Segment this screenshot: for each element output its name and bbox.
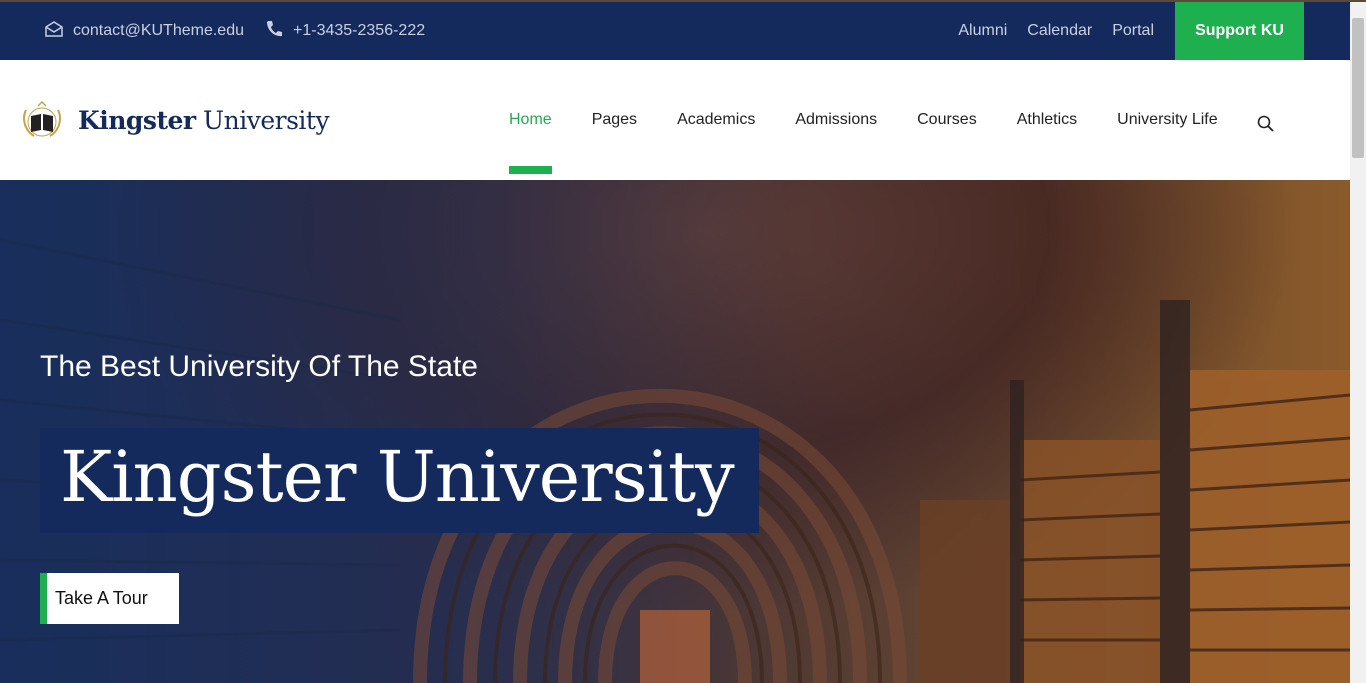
hero-title-box: Kingster University [40,428,759,533]
hero-subtitle: The Best University Of The State [40,350,478,383]
hero-title: Kingster University [60,436,735,518]
phone-icon [264,19,293,44]
top-link-calendar[interactable]: Calendar [1027,22,1092,40]
envelope-icon [44,20,73,43]
nav-admissions[interactable]: Admissions [775,60,897,180]
main-header: Kingster University Home Pages Academics… [0,60,1350,180]
nav-athletics[interactable]: Athletics [997,60,1097,180]
email-text: contact@KUTheme.edu [73,22,244,39]
top-links: Alumni Calendar Portal [938,2,1154,60]
phone-link[interactable]: +1-3435-2356-222 [264,19,425,44]
scrollbar-thumb[interactable] [1352,18,1364,158]
site-logo[interactable]: Kingster University [20,100,330,140]
top-link-portal[interactable]: Portal [1112,22,1154,40]
top-bar: contact@KUTheme.edu +1-3435-2356-222 Alu… [0,2,1350,60]
logo-wordmark: Kingster University [78,105,330,135]
nav-academics[interactable]: Academics [657,60,775,180]
main-nav: Home Pages Academics Admissions Courses … [489,60,1238,180]
logo-emblem-icon [23,100,61,137]
support-ku-button[interactable]: Support KU [1175,2,1304,60]
hero-banner: The Best University Of The State Kingste… [0,180,1350,683]
top-link-alumni[interactable]: Alumni [958,22,1007,40]
email-link[interactable]: contact@KUTheme.edu [44,20,244,43]
take-a-tour-button[interactable]: Take A Tour [40,573,179,624]
search-icon[interactable] [1257,115,1275,133]
nav-home[interactable]: Home [489,60,572,180]
contact-info: contact@KUTheme.edu +1-3435-2356-222 [44,2,445,60]
page-scrollbar[interactable] [1350,2,1366,683]
nav-pages[interactable]: Pages [572,60,657,180]
nav-courses[interactable]: Courses [897,60,997,180]
phone-text: +1-3435-2356-222 [293,22,426,39]
nav-university-life[interactable]: University Life [1097,60,1237,180]
